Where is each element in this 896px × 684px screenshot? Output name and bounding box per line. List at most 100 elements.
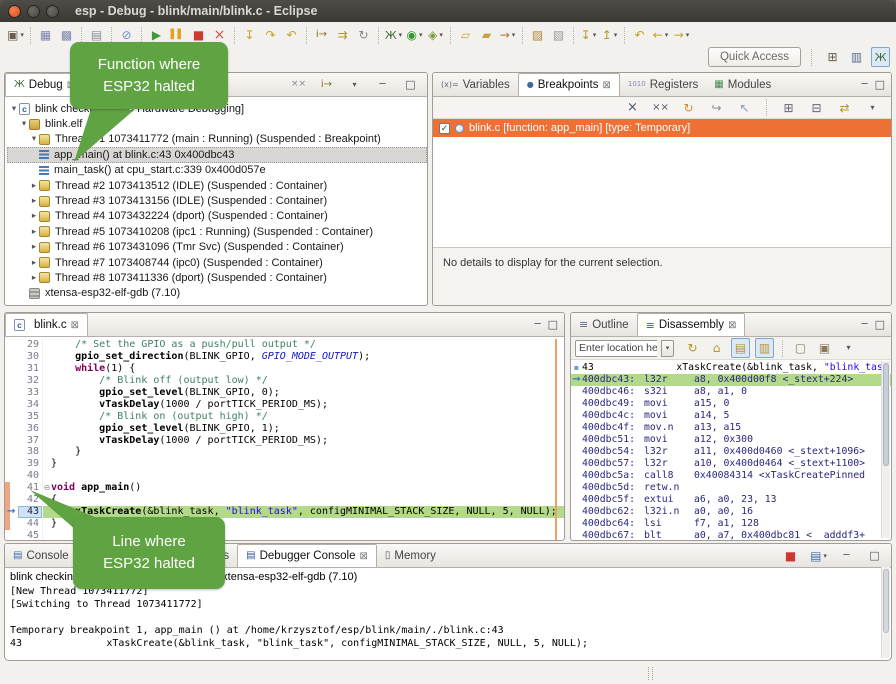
tab-memory[interactable]: ▯Memory [377, 544, 444, 567]
save-icon[interactable]: ▦ [36, 25, 55, 45]
drop-to-frame-icon[interactable]: ↻ [354, 25, 373, 45]
tab-blink-c[interactable]: c blink.c ⊠ [5, 313, 88, 336]
debug-tree-row[interactable]: ▸Thread #4 1073432224 (dport) (Suspended… [7, 209, 427, 224]
flash-download-icon[interactable]: →▾ [498, 25, 517, 45]
maximize-icon[interactable]: □ [875, 318, 885, 331]
close-icon[interactable]: ⊠ [71, 320, 79, 331]
tree-expander-icon[interactable]: ▾ [19, 119, 29, 129]
instruction-stepping-icon[interactable]: i→ [312, 25, 331, 45]
tree-expander-icon[interactable]: ▸ [29, 211, 39, 221]
close-icon[interactable]: ⊠ [360, 551, 368, 562]
save-all-icon[interactable]: ▩ [57, 25, 76, 45]
expand-all-icon[interactable]: ⊞ [779, 98, 798, 118]
location-dropdown-icon[interactable]: ▾ [661, 340, 674, 357]
debug-tree-row[interactable]: ▸Thread #6 1073431096 (Tmr Svc) (Suspend… [7, 240, 427, 255]
dropdown-arrow-icon[interactable]: ▾ [399, 31, 403, 39]
disassembly-row[interactable]: →400dbc43:l32ra8, 0x400d00f8 <_stext+224… [571, 374, 891, 386]
open-element-icon[interactable]: ▱ [456, 25, 475, 45]
scrollbar-thumb[interactable] [883, 569, 889, 633]
pin-view-icon[interactable]: ▣ [815, 338, 834, 358]
debug-tree-row[interactable]: ▸Thread #7 1073408744 (ipc0) (Suspended … [7, 255, 427, 270]
tree-expander-icon[interactable]: ▾ [29, 134, 39, 144]
editor-line[interactable]: 32 /* Blink off (output low) */ [5, 375, 564, 387]
minimize-icon[interactable]: ─ [837, 546, 856, 566]
tab-disassembly[interactable]: ≡Disassembly⊠ [637, 313, 746, 336]
editor-line[interactable]: 34 vTaskDelay(1000 / portTICK_PERIOD_MS)… [5, 399, 564, 411]
editor-line[interactable]: 39} [5, 458, 564, 470]
disassembly-row[interactable]: 400dbc5a:call80x40084314 <xTaskCreatePin… [571, 470, 891, 482]
tab-outline[interactable]: ≡Outline [571, 313, 637, 336]
home-icon[interactable]: ⌂ [707, 338, 726, 358]
editor-line[interactable]: 31 while(1) { [5, 363, 564, 375]
editor-line[interactable]: 38 } [5, 446, 564, 458]
disassembly-row[interactable]: 400dbc46:s32ia8, a1, 0 [571, 386, 891, 398]
disassembly-row[interactable]: 400dbc62:l32i.na0, a0, 16 [571, 506, 891, 518]
disassembly-row[interactable]: 400dbc54:l32ra11, 0x400d0460 <_stext+109… [571, 446, 891, 458]
tree-expander-icon[interactable]: ▸ [29, 181, 39, 191]
run-icon[interactable]: ◉▾ [405, 25, 424, 45]
last-edit-location-icon[interactable]: ↶ [630, 25, 649, 45]
pin-editor-icon[interactable]: ↧▾ [579, 25, 598, 45]
editor-line[interactable]: 33 gpio_set_level(BLINK_GPIO, 0); [5, 387, 564, 399]
window-close-button[interactable] [8, 5, 21, 18]
remove-breakpoint-icon[interactable]: × [623, 98, 642, 118]
format-icon[interactable]: ▧ [549, 25, 568, 45]
tree-expander-icon[interactable]: ▾ [9, 104, 19, 114]
disassembly-scrollbar[interactable] [881, 361, 890, 538]
tab-debugger-console[interactable]: ▤Debugger Console⊠ [237, 544, 377, 567]
back-icon[interactable]: ←▾ [651, 25, 670, 45]
breakpoint-row[interactable]: ✓ blink.c [function: app_main] [type: Te… [433, 119, 891, 137]
minimize-icon[interactable]: ─ [862, 79, 868, 90]
mark-occurrences-icon[interactable]: ▨ [528, 25, 547, 45]
console-output[interactable]: [New Thread 1073411772] [Switching to Th… [10, 585, 886, 650]
debug-tree-row[interactable]: ▸Thread #2 1073413512 (IDLE) (Suspended … [7, 178, 427, 193]
status-bar-grip[interactable] [648, 667, 653, 680]
minimize-icon[interactable]: ─ [373, 75, 392, 95]
debug-perspective-icon[interactable]: Ж [871, 47, 890, 67]
tab-variables[interactable]: (x)=Variables [433, 73, 518, 96]
maximize-icon[interactable]: □ [865, 546, 884, 566]
dropdown-arrow-icon[interactable]: ▾ [593, 31, 597, 39]
skip-all-breakpoints-icon[interactable]: ↖ [735, 98, 754, 118]
open-perspective-icon[interactable]: ⊞ [823, 47, 842, 67]
debug-tree-row[interactable]: ▸Thread #8 1073411336 (dport) (Suspended… [7, 270, 427, 285]
view-menu-icon[interactable]: ▾ [839, 338, 858, 358]
debug-tree-row[interactable]: ▸Thread #3 1073413156 (IDLE) (Suspended … [7, 193, 427, 208]
editor-line[interactable]: 29 /* Set the GPIO as a push/pull output… [5, 339, 564, 351]
tree-expander-icon[interactable]: ▸ [29, 258, 39, 268]
remove-all-breakpoints-icon[interactable]: ×× [651, 98, 670, 118]
tree-expander-icon[interactable]: ▸ [29, 227, 39, 237]
display-console-icon[interactable]: ▤▾ [809, 546, 828, 566]
dropdown-arrow-icon[interactable]: ▾ [20, 31, 24, 39]
debug-tree-row[interactable]: ▸Thread #5 1073410208 (ipc1 : Running) (… [7, 224, 427, 239]
disassembly-row[interactable]: 400dbc4f:mov.na13, a15 [571, 422, 891, 434]
close-icon[interactable]: ⊠ [728, 320, 736, 331]
debug-icon[interactable]: Ж▾ [384, 25, 403, 45]
editor-line[interactable]: 37 vTaskDelay(1000 / portTICK_PERIOD_MS)… [5, 435, 564, 447]
link-editor-icon[interactable]: ↥▾ [600, 25, 619, 45]
view-menu-icon[interactable]: ▾ [345, 75, 364, 95]
disassembly-row[interactable]: 400dbc51:movia12, 0x300 [571, 434, 891, 446]
disassembly-row[interactable]: 400dbc4c:movia14, 5 [571, 410, 891, 422]
minimize-icon[interactable]: ─ [535, 319, 541, 330]
dropdown-arrow-icon[interactable]: ▾ [614, 31, 618, 39]
step-over-icon[interactable]: ↷ [261, 25, 280, 45]
open-resource-icon[interactable]: ▰ [477, 25, 496, 45]
refresh-icon[interactable]: ↻ [683, 338, 702, 358]
external-tools-icon[interactable]: ◈▾ [426, 25, 445, 45]
tab-modules[interactable]: ▦Modules [706, 73, 779, 96]
minimize-icon[interactable]: ─ [862, 319, 868, 330]
dropdown-arrow-icon[interactable]: ▾ [512, 31, 516, 39]
disassembly-listing[interactable]: ▪43 xTaskCreate(&blink_task, "blink_tas→… [571, 360, 891, 541]
maximize-icon[interactable]: □ [875, 78, 885, 91]
instruction-stepping-toggle-icon[interactable]: i→ [317, 75, 336, 95]
dropdown-arrow-icon[interactable]: ▾ [439, 31, 443, 39]
view-menu-icon[interactable]: ▾ [863, 98, 882, 118]
tree-expander-icon[interactable]: ▸ [29, 273, 39, 283]
link-with-debug-icon[interactable]: ⇄ [835, 98, 854, 118]
window-minimize-button[interactable] [27, 5, 40, 18]
window-maximize-button[interactable] [46, 5, 59, 18]
goto-file-for-breakpoint-icon[interactable]: ↪ [707, 98, 726, 118]
maximize-icon[interactable]: □ [548, 318, 558, 331]
dropdown-arrow-icon[interactable]: ▾ [686, 31, 690, 39]
